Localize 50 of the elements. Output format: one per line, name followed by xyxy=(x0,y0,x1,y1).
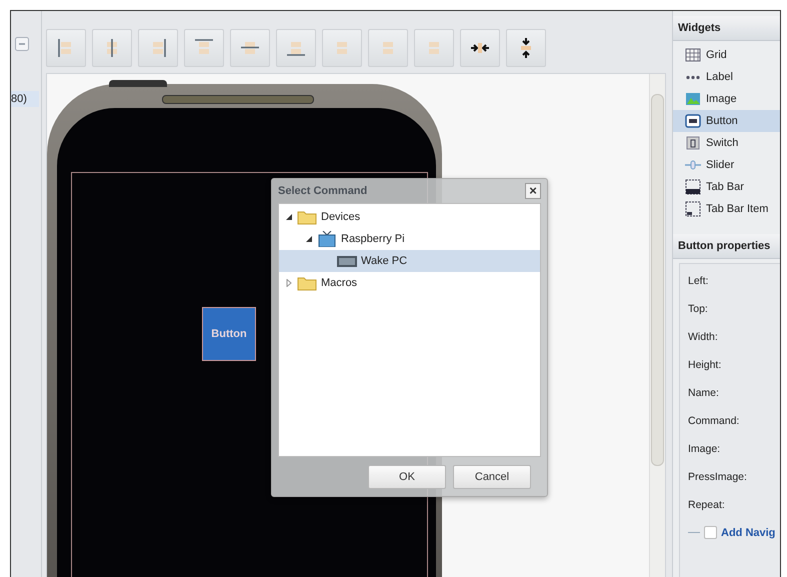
tabbar-icon xyxy=(685,179,701,195)
widget-item[interactable]: Slider xyxy=(673,154,780,176)
tree-item[interactable]: Wake PC xyxy=(279,250,540,272)
scrollbar[interactable] xyxy=(649,74,665,577)
property-label: Height: xyxy=(688,358,722,373)
folder-icon xyxy=(297,275,317,291)
tv-icon xyxy=(317,231,337,247)
widget-item[interactable]: Button xyxy=(673,110,780,132)
collapse-icon[interactable] xyxy=(15,37,29,51)
widget-item[interactable]: Switch xyxy=(673,132,780,154)
tabbaritem-icon xyxy=(685,201,701,217)
widget-item[interactable]: Image xyxy=(673,88,780,110)
property-label: Command: xyxy=(688,414,740,429)
switch-icon xyxy=(685,135,701,151)
image-icon xyxy=(685,91,701,107)
property-label: Width: xyxy=(688,330,719,345)
property-label: Repeat: xyxy=(688,498,726,513)
collapse-arrow-icon[interactable] xyxy=(305,235,313,243)
property-label: Left: xyxy=(688,274,710,289)
widget-item[interactable]: Tab Bar Item xyxy=(673,198,780,220)
tree-item[interactable]: Macros xyxy=(279,272,540,294)
add-navigation-link[interactable]: Add Navig xyxy=(721,526,776,538)
phone-side-key xyxy=(109,80,167,87)
checkbox[interactable] xyxy=(704,526,717,539)
widget-item[interactable]: Tab Bar xyxy=(673,176,780,198)
property-label: Name: xyxy=(688,386,720,401)
dialog-button[interactable]: OK xyxy=(368,465,446,489)
property-label: Top: xyxy=(688,302,709,317)
monitor-icon xyxy=(337,253,357,269)
phone-button[interactable]: Button xyxy=(202,307,256,361)
dialog-button[interactable]: Cancel xyxy=(453,465,531,489)
tree-item[interactable]: Devices xyxy=(279,206,540,228)
close-button[interactable]: × xyxy=(525,183,541,199)
folder-icon xyxy=(297,209,317,225)
widget-item[interactable]: Grid xyxy=(673,44,780,66)
widget-item[interactable]: Label xyxy=(673,66,780,88)
collapse-arrow-icon[interactable] xyxy=(285,213,293,221)
list-row[interactable]: 80) xyxy=(11,91,39,107)
align-tool-button[interactable] xyxy=(506,29,546,67)
label-icon xyxy=(685,74,701,80)
panel-header: Button properties xyxy=(673,234,780,259)
button-icon xyxy=(685,113,701,129)
expand-arrow-icon[interactable] xyxy=(285,279,293,287)
panel-header: Widgets xyxy=(673,16,780,41)
align-tool-button[interactable] xyxy=(460,29,500,67)
grid-icon xyxy=(685,47,701,63)
dialog-title: Select Command xyxy=(278,185,368,197)
property-label: Image: xyxy=(688,442,722,457)
property-label: PressImage: xyxy=(688,470,748,485)
tree-item[interactable]: Raspberry Pi xyxy=(279,228,540,250)
